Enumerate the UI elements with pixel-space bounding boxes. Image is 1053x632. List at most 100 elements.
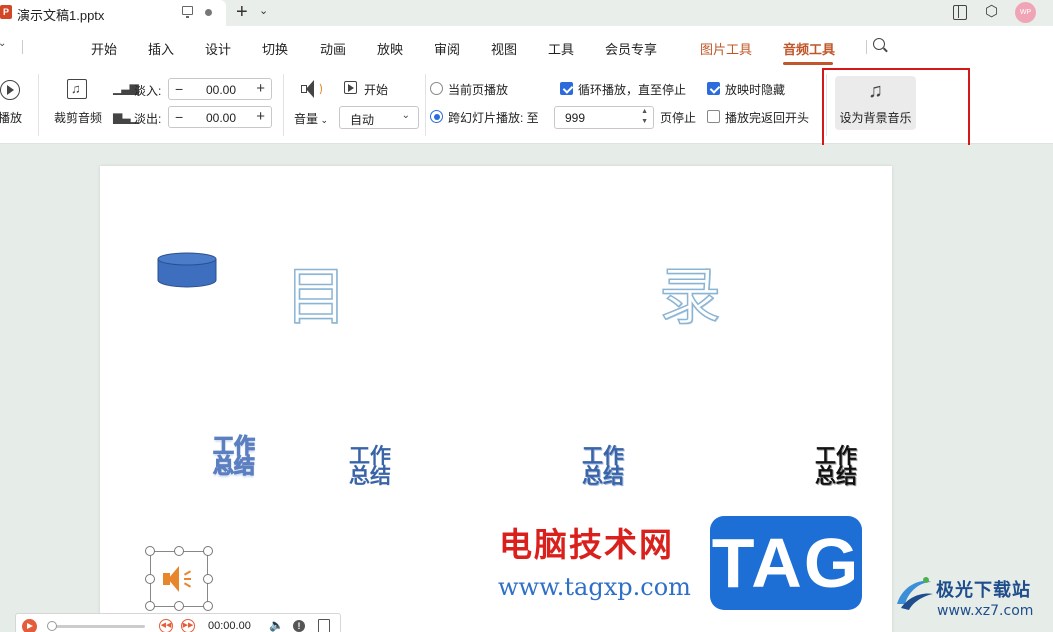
fade-in-stepper[interactable]: − 00.00 + <box>168 78 272 100</box>
wordart-line: 工作 <box>213 434 256 458</box>
stop-page-value[interactable]: 999 <box>565 111 585 125</box>
cube-icon[interactable]: ⬡ <box>985 4 998 20</box>
progress-knob[interactable] <box>47 621 57 631</box>
tab-design[interactable]: 设计 <box>205 39 231 58</box>
title-bar: P 演示文稿1.pptx + ⌄ ⬡ WP <box>0 0 1053 26</box>
wordart-line: 总结 <box>815 464 857 488</box>
tab-review[interactable]: 审阅 <box>434 39 460 58</box>
radio-across-slides-label[interactable]: 跨幻灯片播放: 至 <box>448 109 539 126</box>
watermark-aurora-url: www.xz7.com <box>937 603 1034 619</box>
start-select[interactable]: 自动 ⌄ <box>339 106 419 129</box>
tag-logo: TAG <box>710 516 862 610</box>
info-icon[interactable]: ! <box>293 620 305 632</box>
volume-icon[interactable] <box>299 78 323 100</box>
split-window-icon[interactable] <box>953 5 967 20</box>
wordart-line: 总结 <box>349 464 391 488</box>
ribbon-divider <box>425 74 426 136</box>
spin-up-icon[interactable]: ▲ <box>641 108 648 115</box>
tab-audio-tools[interactable]: 音频工具 <box>783 39 835 58</box>
tab-member[interactable]: 会员专享 <box>605 39 657 58</box>
menu-bar: ⌄ 开始 插入 设计 切换 动画 放映 审阅 视图 工具 会员专享 图片工具 音… <box>0 26 1053 66</box>
resize-handle[interactable] <box>145 546 155 556</box>
radio-current-page-label[interactable]: 当前页播放 <box>448 81 508 98</box>
play-icon[interactable] <box>22 619 37 632</box>
trim-audio-icon[interactable] <box>67 79 87 99</box>
wordart-work-summary[interactable]: 工作 总结 <box>582 446 624 487</box>
radio-across-slides[interactable] <box>430 110 443 123</box>
resize-handle[interactable] <box>174 601 184 611</box>
rewind-icon[interactable]: ◀◀ <box>159 619 173 632</box>
ppt-logo-icon: P <box>0 5 12 19</box>
fade-in-label: 淡入: <box>134 84 162 98</box>
collapse-chevron-icon[interactable]: ⌄ <box>0 38 6 49</box>
trim-audio-button[interactable]: 裁剪音频 <box>54 109 102 126</box>
resize-handle[interactable] <box>203 546 213 556</box>
rewind-checkbox[interactable] <box>707 110 720 123</box>
search-icon[interactable] <box>873 38 885 50</box>
tab-monitor-icon[interactable] <box>182 6 193 18</box>
tab-slideshow[interactable]: 放映 <box>377 39 403 58</box>
document-tab[interactable]: P 演示文稿1.pptx <box>0 0 226 26</box>
plus-icon[interactable]: + <box>236 1 248 23</box>
volume-dropdown[interactable]: 音量 ⌄ <box>294 110 328 127</box>
resize-handle[interactable] <box>145 574 155 584</box>
tab-insert[interactable]: 插入 <box>148 39 174 58</box>
ribbon-divider <box>38 74 39 136</box>
rewind-label[interactable]: 播放完返回开头 <box>725 109 809 126</box>
hide-checkbox[interactable] <box>707 82 720 95</box>
tab-picture-tools[interactable]: 图片工具 <box>700 39 752 58</box>
progress-track[interactable] <box>48 625 145 628</box>
tab-transition[interactable]: 切换 <box>262 39 288 58</box>
wordart-work-summary[interactable]: 工作 总结 <box>349 446 391 488</box>
highlight-annotation-box <box>822 68 970 147</box>
ribbon-divider <box>283 74 284 136</box>
volume-icon[interactable]: 🔈 <box>269 618 284 632</box>
menu-divider <box>22 40 23 54</box>
audio-player: ◀◀ ▶▶ 00:00.00 🔈 ! <box>15 613 341 632</box>
tab-dot-icon[interactable] <box>205 9 212 16</box>
avatar[interactable]: WP <box>1015 2 1036 23</box>
radio-current-page[interactable] <box>430 82 443 95</box>
tab-view[interactable]: 视图 <box>491 39 517 58</box>
play-icon[interactable] <box>0 80 20 100</box>
title-char-right[interactable]: 录 <box>658 261 722 333</box>
start-label: 开始 <box>364 83 389 97</box>
aurora-logo-icon <box>897 577 933 610</box>
fade-out-stepper[interactable]: − 00.00 + <box>168 106 272 128</box>
playback-time: 00:00.00 <box>208 620 251 632</box>
fade-in-increment[interactable]: + <box>256 80 265 97</box>
stop-page-input[interactable]: 999 ▲ ▼ <box>554 106 654 129</box>
page-stop-label: 页停止 <box>660 111 697 125</box>
resize-handle[interactable] <box>145 601 155 611</box>
wordart-work-summary[interactable]: 工作 总结 <box>815 444 857 488</box>
loop-label[interactable]: 循环播放，直至停止 <box>578 81 686 98</box>
hide-label[interactable]: 放映时隐藏 <box>725 81 785 98</box>
menu-divider <box>866 40 867 54</box>
resize-handle[interactable] <box>203 574 213 584</box>
delete-icon[interactable] <box>318 619 330 632</box>
speaker-icon[interactable] <box>163 565 195 593</box>
loop-checkbox[interactable] <box>560 82 573 95</box>
fade-out-increment[interactable]: + <box>256 108 265 125</box>
resize-handle[interactable] <box>203 601 213 611</box>
start-icon <box>344 81 357 94</box>
tab-animation[interactable]: 动画 <box>320 39 346 58</box>
watermark-aurora-name: 极光下载站 <box>936 580 1031 601</box>
tab-home[interactable]: 开始 <box>91 39 117 58</box>
play-button-label[interactable]: 播放 <box>0 109 22 126</box>
chevron-down-icon: ⌄ <box>401 110 410 121</box>
cylinder-shape[interactable] <box>157 252 217 288</box>
forward-icon[interactable]: ▶▶ <box>181 619 195 632</box>
document-name: 演示文稿1.pptx <box>17 8 105 23</box>
spin-down-icon[interactable]: ▼ <box>641 118 648 125</box>
title-char-left[interactable]: 目 <box>284 261 348 333</box>
start-select-value: 自动 <box>350 113 375 127</box>
active-tab-indicator <box>783 62 833 65</box>
wordart-line: 工作 <box>815 444 857 468</box>
chevron-down-icon[interactable]: ⌄ <box>259 4 268 17</box>
watermark-site-name: 电脑技术网 <box>499 525 674 564</box>
wordart-work-summary[interactable]: 工作 总结 <box>213 434 256 477</box>
volume-label: 音量 <box>294 112 319 126</box>
resize-handle[interactable] <box>174 546 184 556</box>
tab-tools[interactable]: 工具 <box>548 39 574 58</box>
